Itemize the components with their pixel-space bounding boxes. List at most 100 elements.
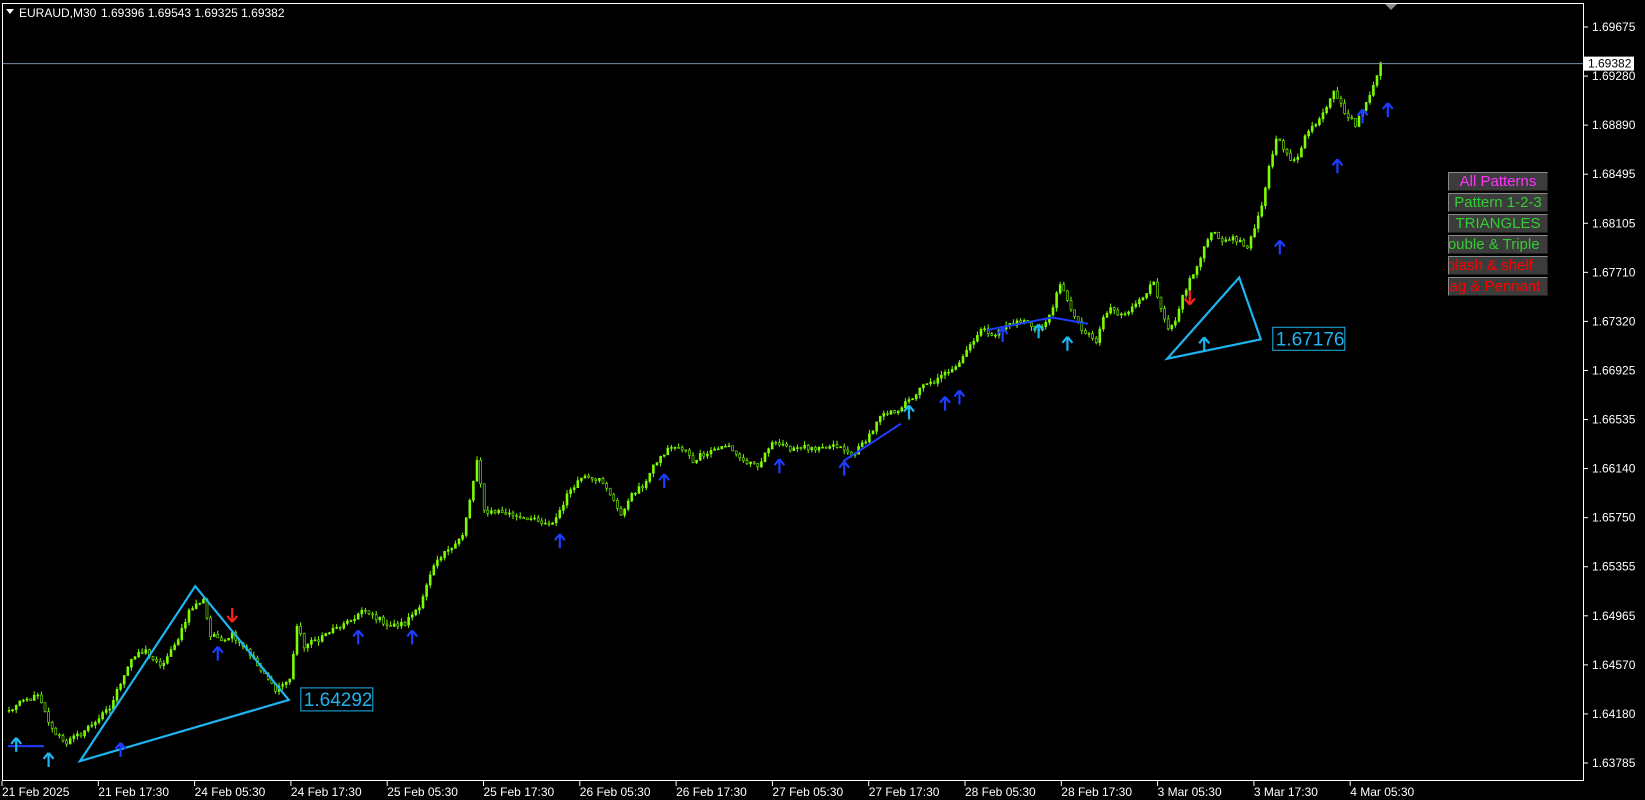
candle-body — [295, 625, 299, 655]
candle-body — [1350, 117, 1354, 119]
candle-body — [1206, 239, 1210, 247]
candle-body — [1199, 257, 1202, 267]
button-label: Splash & shelf — [1448, 257, 1533, 274]
button-label: Pattern 1-2-3 — [1454, 194, 1542, 211]
candle-body — [378, 616, 382, 621]
candle-body — [356, 613, 360, 620]
price-chart[interactable]: 1.64292 1.67176 1.69675 1.69280 1.68890 1.68… — [0, 0, 1645, 800]
candle-body — [1346, 113, 1350, 118]
double-triple-button[interactable]: Double & Triple — [1448, 235, 1548, 254]
candle-body — [320, 635, 324, 642]
candle-body — [432, 565, 436, 576]
candle-body — [1152, 281, 1156, 286]
candle-body — [284, 681, 288, 685]
candle-body — [1166, 318, 1170, 330]
candle-body — [1343, 102, 1346, 114]
candle-body — [122, 675, 126, 685]
candle-body — [1044, 321, 1048, 327]
candle-body — [407, 616, 410, 626]
candle-body — [1163, 308, 1166, 320]
all-patterns-button[interactable]: All Patterns — [1448, 172, 1548, 191]
candle-body — [918, 387, 922, 396]
candle-body — [875, 421, 878, 432]
candle-body — [76, 733, 79, 737]
candle-body — [562, 504, 565, 511]
candle-body — [958, 362, 961, 368]
candle-body — [421, 596, 425, 608]
candle-body — [86, 725, 90, 731]
candle-body — [508, 512, 511, 515]
candle-body — [1170, 324, 1174, 330]
candle-body — [533, 517, 536, 520]
candle-body — [1307, 130, 1310, 137]
candle-body — [886, 413, 889, 415]
candle-body — [842, 446, 846, 451]
candle-body — [47, 711, 50, 723]
candle-body — [288, 678, 292, 683]
time-tick-label: 24 Feb 05:30 — [195, 785, 266, 799]
triangles-button[interactable]: TRIANGLES — [1448, 214, 1548, 233]
price-tick-label: 1.66925 — [1592, 363, 1636, 377]
candle-body — [72, 735, 76, 739]
candle-body — [824, 446, 828, 449]
candle-body — [1109, 307, 1112, 314]
candle-body — [493, 510, 497, 514]
time-tick-label: 28 Feb 05:30 — [965, 785, 1036, 799]
candle-body — [133, 656, 137, 660]
candle-body — [738, 453, 742, 459]
candle-body — [943, 371, 947, 376]
candle-body — [1098, 328, 1102, 343]
candle-body — [1159, 296, 1163, 309]
candle-body — [1141, 297, 1145, 301]
candle-body — [227, 637, 230, 641]
candle-body — [1314, 124, 1318, 127]
candle-body — [839, 446, 842, 449]
price-tick-label: 1.63785 — [1592, 756, 1636, 770]
button-label: Flag & Pennant — [1449, 278, 1541, 295]
candle-body — [472, 480, 475, 501]
candle-body — [292, 653, 295, 680]
candle-body — [896, 410, 900, 414]
candle-body — [1336, 90, 1339, 99]
candle-body — [590, 477, 594, 480]
candle-body — [806, 444, 810, 451]
candle-body — [893, 410, 896, 414]
candle-body — [1062, 284, 1066, 292]
candle-body — [306, 643, 310, 649]
candle-body — [43, 702, 47, 712]
candle-body — [40, 694, 43, 704]
candle-body — [810, 447, 814, 451]
candle-body — [1181, 295, 1184, 310]
candle-body — [547, 522, 551, 525]
candle-body — [202, 599, 205, 604]
candle-body — [565, 493, 569, 506]
candle-body — [151, 656, 155, 660]
candle-body — [464, 517, 468, 536]
candle-body — [976, 335, 979, 342]
time-tick-label: 27 Feb 17:30 — [869, 785, 940, 799]
candle-body — [212, 633, 216, 637]
flag-pennant-button[interactable]: Flag & Pennant — [1448, 277, 1548, 296]
candle-body — [338, 627, 342, 629]
candle-body — [169, 649, 173, 657]
candle-body — [774, 442, 778, 444]
candle-body — [14, 705, 18, 711]
candle-body — [1120, 313, 1123, 316]
candle-body — [425, 584, 428, 597]
candle-body — [367, 610, 371, 615]
candle-body — [1192, 274, 1195, 279]
candle-body — [187, 609, 191, 623]
candle-body — [716, 448, 720, 451]
candle-body — [1264, 187, 1267, 207]
candle-body — [752, 461, 756, 464]
candle-body — [173, 644, 176, 650]
candle-body — [1148, 284, 1152, 294]
candle-body — [511, 512, 515, 517]
chart-window[interactable]: 1.64292 1.67176 1.69675 1.69280 1.68890 1.68… — [0, 0, 1645, 800]
pattern-123-button[interactable]: Pattern 1-2-3 — [1448, 193, 1548, 212]
candle-body — [446, 549, 450, 552]
candle-body — [223, 639, 227, 642]
candle-body — [835, 444, 839, 448]
splash-shelf-button[interactable]: Splash & shelf — [1448, 256, 1548, 275]
candle-body — [796, 447, 799, 449]
